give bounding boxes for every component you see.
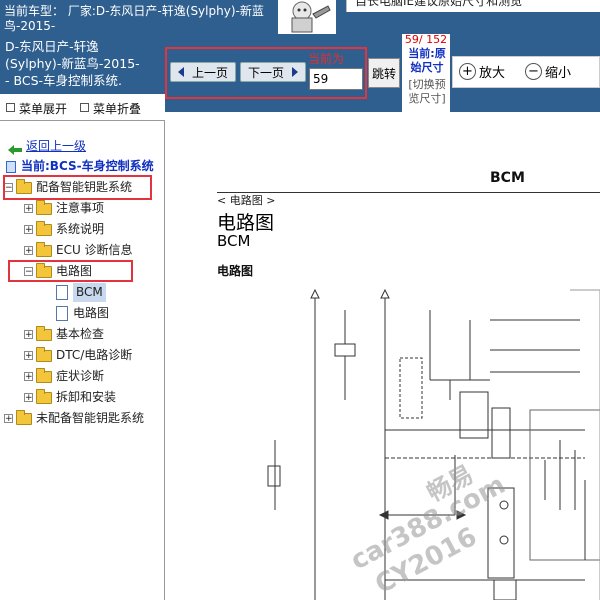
expand-icon[interactable]: + (24, 351, 33, 361)
next-page-button[interactable]: 下一页 (240, 62, 306, 82)
doc-subheading: BCM (217, 232, 251, 250)
menu-collapse-button[interactable]: 菜单折叠 (80, 100, 141, 117)
tree-highlight (3, 175, 152, 200)
arrow-right-icon (292, 67, 298, 77)
folder-icon (36, 325, 52, 341)
folder-icon (16, 409, 32, 425)
expand-icon[interactable]: + (24, 204, 33, 214)
tree-item[interactable]: + 基本检查 (24, 325, 104, 344)
tree-item[interactable]: 电路图 (56, 304, 109, 323)
expand-icon[interactable]: + (24, 372, 33, 382)
document-viewer[interactable]: BCM < 电路图 > 电路图 BCM 电路图 畅易 car388.com CY… (165, 112, 600, 600)
doc-heading: 电路图 (217, 212, 275, 234)
vehicle-title: D-东风日产-轩逸 (Sylphy)-新蓝鸟-2015- - BCS-车身控制系… (0, 34, 165, 94)
vehicle-title-line: D-东风日产-轩逸 (5, 39, 99, 54)
current-location: 当前:BCS-车身控制系统 (6, 157, 154, 176)
size-mode-label: 当前:原 始尺寸 (408, 47, 446, 74)
zoom-out-icon: − (525, 63, 542, 80)
car-model-label: 当前车型： 厂家:D-东风日产-轩逸(Sylphy)-新蓝鸟-2015- (4, 4, 264, 33)
page-icon (56, 306, 68, 321)
expand-icon[interactable]: + (24, 246, 33, 256)
zoom-out-button[interactable]: − 缩小 (525, 62, 571, 81)
vehicle-title-line: - BCS-车身控制系统. (5, 73, 122, 88)
tree-item[interactable]: + 症状诊断 (24, 367, 104, 386)
notice-text: 自长电脑IE建议原始尺寸和测览 (355, 0, 523, 8)
prev-page-button[interactable]: 上一页 (170, 62, 236, 82)
tree-item[interactable]: + 拆卸和安装 (24, 388, 116, 407)
nav-tree: 返回上一级 当前:BCS-车身控制系统 − 配备智能钥匙系统 + 注意事项 + 系统说… (0, 120, 165, 600)
doc-sub-section: 电路图 (217, 264, 254, 278)
tree-item[interactable]: + 系统说明 (24, 220, 104, 239)
vehicle-title-line: (Sylphy)-新蓝鸟-2015- (5, 56, 140, 71)
mascot-logo-icon (278, 0, 336, 34)
tree-item[interactable]: + DTC/电路诊断 (24, 346, 132, 365)
document-icon (6, 160, 16, 173)
expand-icon[interactable]: + (24, 225, 33, 235)
square-icon (6, 103, 15, 112)
folder-icon (36, 220, 52, 236)
back-arrow-icon (8, 142, 22, 155)
tree-highlight (8, 260, 133, 282)
expand-icon[interactable]: + (24, 330, 33, 340)
menu-expand-button[interactable]: 菜单展开 (6, 100, 67, 117)
page-icon (56, 285, 68, 300)
tree-item[interactable]: BCM (56, 283, 106, 302)
notice-banner: 自长电脑IE建议原始尺寸和测览 (346, 0, 600, 12)
tree-item[interactable]: + 未配备智能钥匙系统 (4, 409, 144, 428)
folder-icon (36, 241, 52, 257)
page-number-input[interactable] (309, 68, 363, 90)
tree-item[interactable]: + 注意事项 (24, 199, 104, 218)
doc-section-tag: < 电路图 > (217, 194, 276, 207)
zoom-controls: + 放大 − 缩小 (452, 56, 600, 88)
square-icon (80, 103, 89, 112)
folder-icon (36, 346, 52, 362)
top-header-bar: 当前车型： 厂家:D-东风日产-轩逸(Sylphy)-新蓝鸟-2015- 自长电… (0, 0, 600, 34)
folder-icon (36, 367, 52, 383)
arrow-left-icon (177, 67, 184, 77)
expand-icon[interactable]: + (24, 393, 33, 403)
page-count: 59/ 152 (404, 33, 448, 46)
switch-size-link[interactable]: [切换预 览尺寸] (403, 78, 451, 106)
menu-controls: 菜单展开 菜单折叠 (0, 94, 165, 120)
folder-icon (36, 199, 52, 215)
doc-header-title: BCM (490, 170, 525, 186)
expand-icon[interactable]: + (4, 414, 13, 424)
zoom-in-button[interactable]: + 放大 (459, 62, 505, 81)
zoom-in-icon: + (459, 63, 476, 80)
jump-button[interactable]: 跳转 (368, 58, 400, 88)
back-link[interactable]: 返回上一级 (8, 137, 86, 156)
tree-item[interactable]: + ECU 诊断信息 (24, 241, 133, 260)
current-page-label: 当前为 (308, 52, 345, 66)
folder-icon (36, 388, 52, 404)
